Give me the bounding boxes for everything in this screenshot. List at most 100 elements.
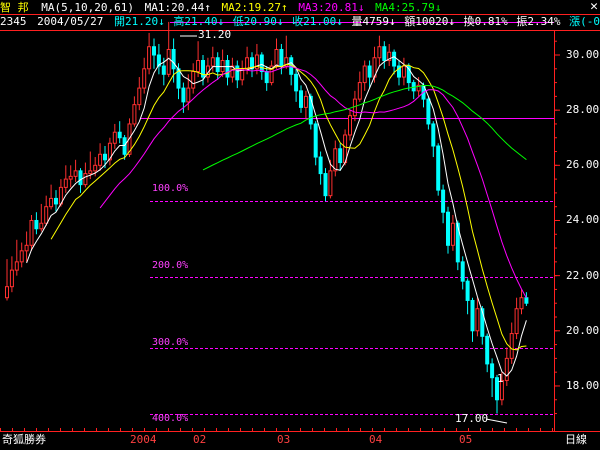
- y-tick-label: 24.00: [566, 213, 600, 227]
- header-row-1: 智 邦 MA(5,10,20,61) MA1:20.44↑ MA2:19.27↑…: [0, 0, 441, 15]
- y-tick-label: 30.00: [566, 48, 600, 61]
- ma3-value: MA3:20.81↓: [298, 1, 365, 14]
- candle-body: [147, 46, 152, 70]
- candle-body: [181, 87, 186, 103]
- candle-body: [377, 46, 382, 59]
- candle-body: [14, 261, 19, 271]
- candle-body: [215, 57, 220, 73]
- candle-body: [166, 48, 171, 75]
- x-label-02: 02: [193, 433, 207, 446]
- candle-body: [382, 46, 387, 62]
- candle-body: [122, 137, 127, 155]
- y-tick-label: 20.00: [566, 323, 600, 337]
- candle-body: [348, 115, 352, 136]
- y-tick-label: 22.00: [566, 268, 600, 282]
- candle-body: [475, 308, 480, 332]
- candle-body: [318, 156, 323, 175]
- candle-body: [63, 178, 68, 188]
- candle-body: [490, 363, 495, 379]
- period-button[interactable]: 日線: [565, 433, 587, 447]
- candle-body: [220, 60, 225, 73]
- ma-line-ma4: [202, 85, 527, 171]
- pct-level-200: 200.0%: [152, 260, 189, 271]
- candle-body: [465, 280, 470, 301]
- candle-body: [485, 335, 490, 365]
- low-pointer: [485, 418, 508, 424]
- pattern-marker: 1: [497, 372, 504, 385]
- candle-body: [303, 95, 308, 108]
- candle-body: [313, 123, 318, 158]
- candle-body: [34, 219, 39, 230]
- candle-body: [245, 57, 250, 70]
- price-change: 漲(-0.4: [569, 15, 600, 28]
- x-label-04: 04: [369, 433, 383, 446]
- candle-body: [264, 71, 269, 84]
- brand-label: 奇狐勝券: [2, 433, 46, 446]
- candle-body: [83, 173, 88, 186]
- volume: 量4759↓: [351, 15, 396, 28]
- candle-body: [9, 269, 14, 288]
- candle-body: [328, 170, 333, 197]
- ma-line-ma2: [50, 63, 527, 351]
- candle-body: [367, 65, 372, 78]
- candle-body: [152, 46, 156, 56]
- candle-body: [186, 87, 191, 103]
- candle-body: [98, 153, 103, 166]
- candle-body: [210, 57, 215, 67]
- candle-body: [436, 145, 441, 191]
- low-price: 低20.90↓: [232, 15, 284, 28]
- candle-body: [460, 261, 465, 282]
- candle-body: [44, 206, 49, 224]
- candle-body: [450, 222, 455, 246]
- ma4-value: MA4:25.79↓: [375, 1, 442, 14]
- candle-body: [509, 333, 514, 359]
- candle-body: [259, 54, 264, 73]
- candle-body: [514, 308, 519, 335]
- candle-body: [191, 71, 196, 89]
- candle-body: [401, 65, 406, 78]
- candle-body: [93, 164, 98, 172]
- pct-level-100: 100.0%: [152, 183, 189, 194]
- candle-body: [24, 244, 29, 252]
- candle-body: [73, 170, 78, 177]
- candle-body: [196, 60, 201, 73]
- candle-body: [117, 131, 122, 139]
- candle-body: [426, 98, 431, 125]
- candle-body: [29, 219, 34, 246]
- high-price-label: 31.20: [198, 28, 232, 41]
- x-label-03: 03: [277, 433, 291, 446]
- candle-body: [352, 98, 357, 117]
- pct-level-300: 300.0%: [152, 337, 189, 348]
- candle-body: [19, 250, 24, 263]
- candle-body: [431, 123, 436, 147]
- candle-body: [49, 197, 54, 208]
- high-price: 高21.40↓: [173, 15, 225, 28]
- ma-spec: MA(5,10,20,61): [41, 1, 134, 14]
- candle-body: [357, 82, 362, 100]
- candle-body: [161, 65, 166, 75]
- candle-body: [338, 148, 343, 164]
- candle-body: [294, 73, 299, 92]
- candle-body: [112, 131, 117, 144]
- y-tick-label: 28.00: [566, 103, 600, 117]
- amplitude: 振2.34%: [516, 15, 561, 28]
- candle-body: [5, 286, 9, 299]
- y-tick-label: 26.00: [566, 158, 600, 172]
- stock-code: 2345: [0, 15, 27, 28]
- candle-body: [68, 175, 73, 180]
- candle-body: [323, 173, 328, 197]
- close-icon[interactable]: ✕: [590, 0, 598, 13]
- ma-line-ma1: [26, 56, 527, 377]
- candle-body: [78, 170, 83, 186]
- candle-body: [392, 51, 397, 67]
- ma1-value: MA1:20.44↑: [144, 1, 211, 14]
- candle-body: [103, 153, 107, 161]
- open-price: 開21.20↓: [113, 15, 165, 28]
- candle-body: [132, 104, 137, 125]
- candle-body: [279, 48, 284, 67]
- x-label-2004: 2004: [130, 433, 157, 446]
- candle-body: [137, 87, 142, 106]
- x-label-05: 05: [459, 433, 473, 446]
- candle-body: [441, 189, 446, 213]
- candle-body: [299, 90, 303, 108]
